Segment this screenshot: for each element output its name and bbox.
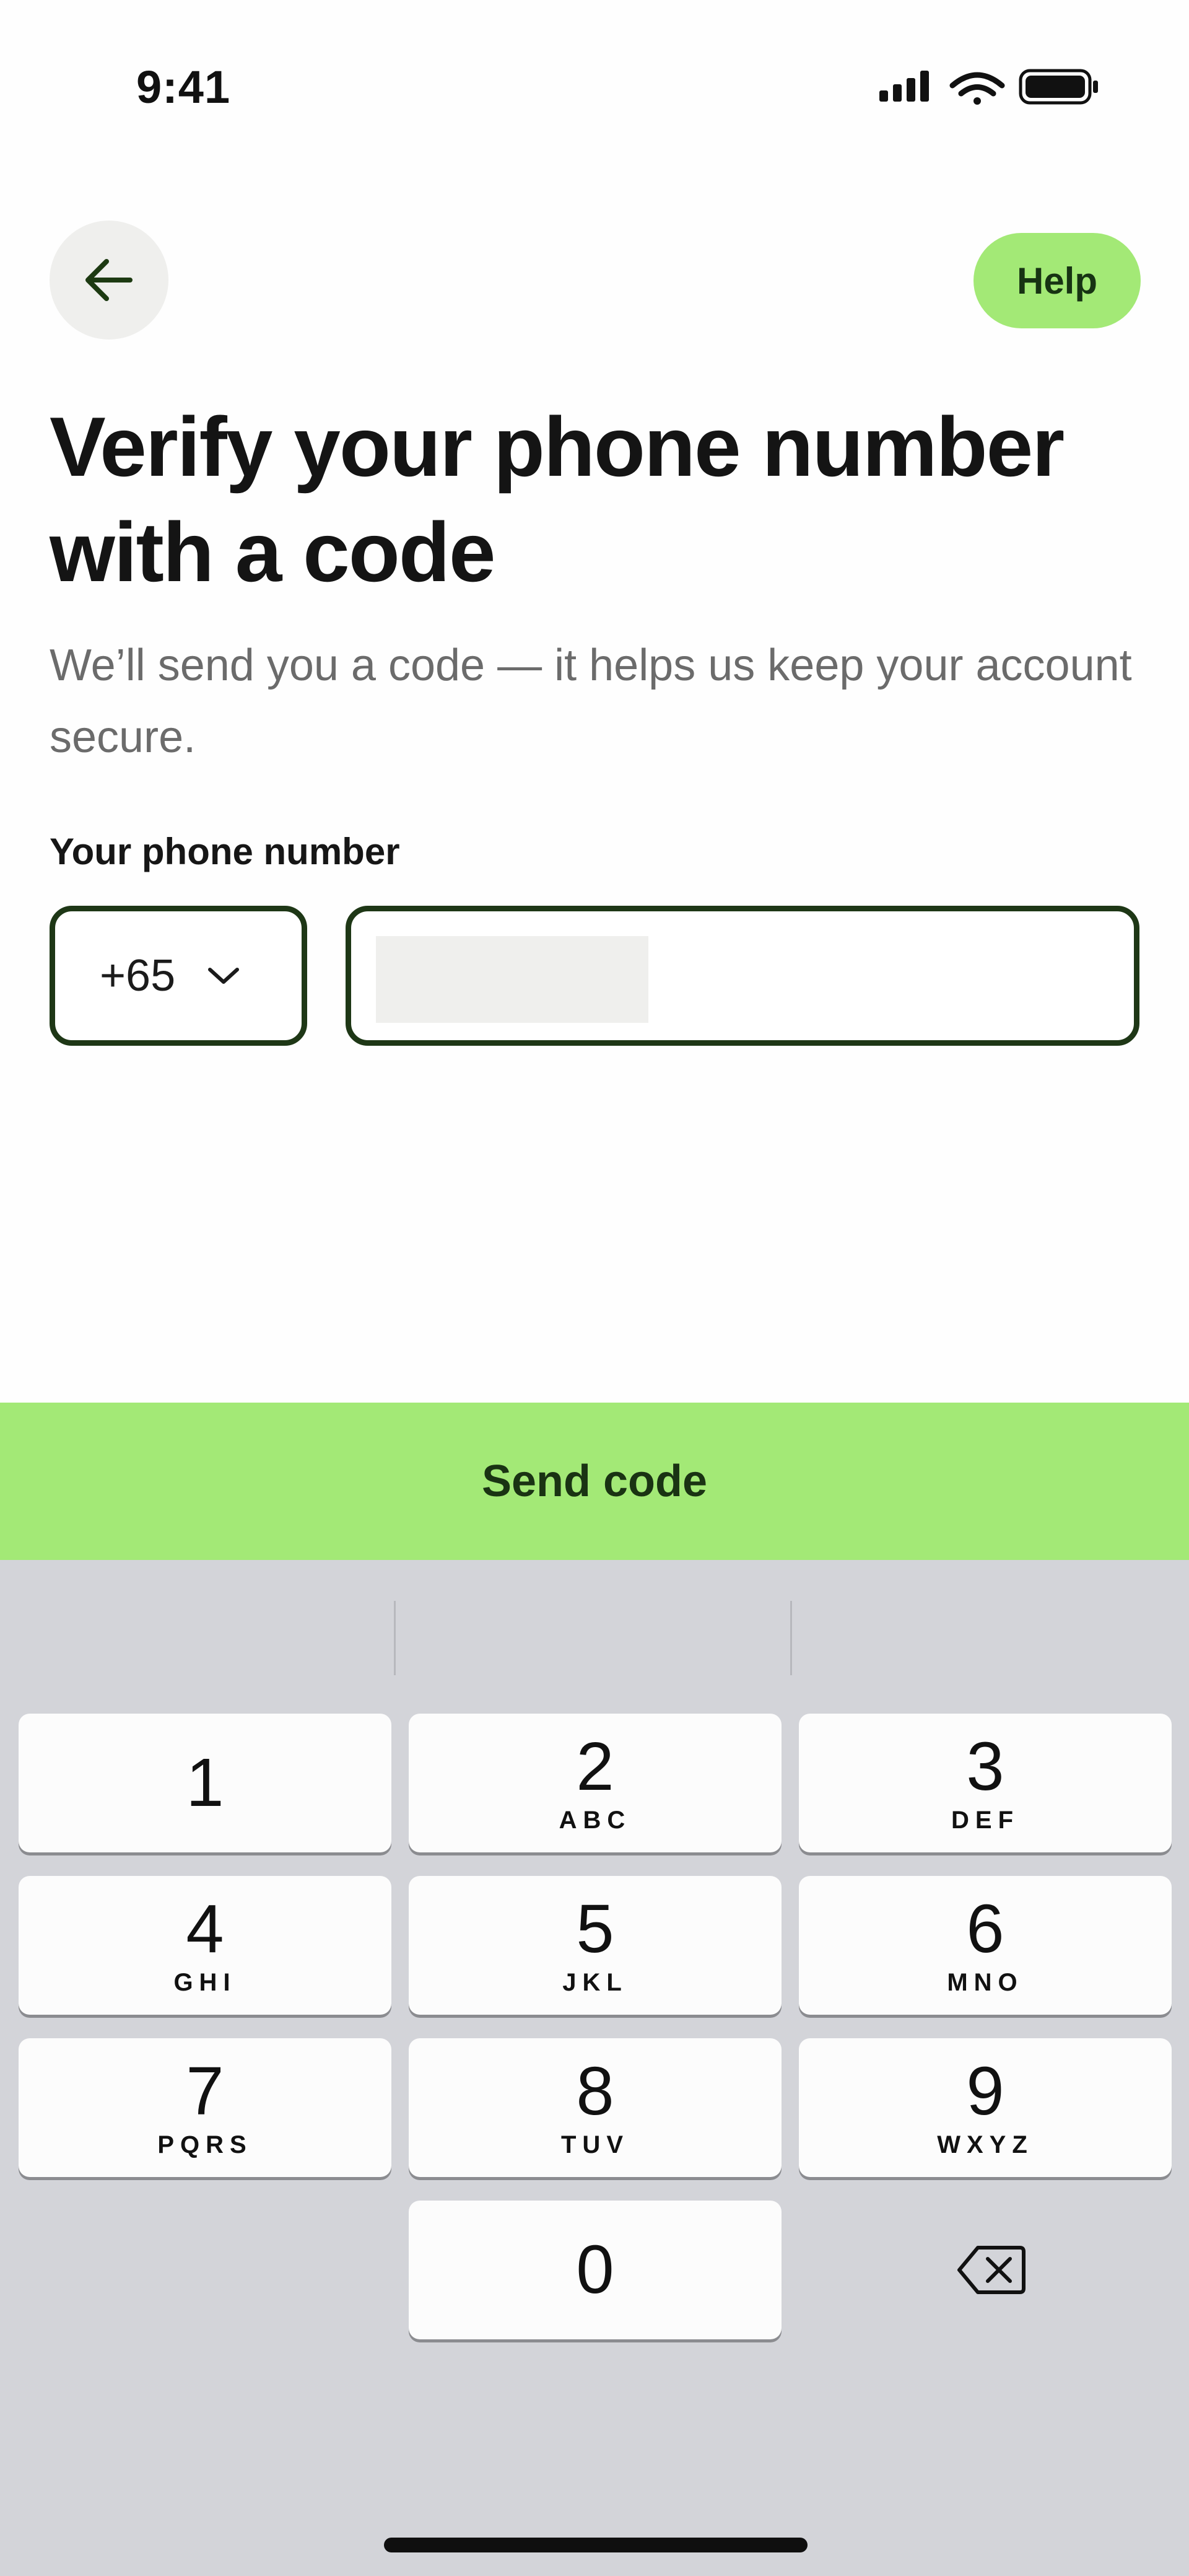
wifi-icon — [949, 72, 1005, 105]
back-button[interactable] — [50, 221, 168, 340]
country-code-value: +65 — [100, 951, 176, 1001]
phone-number-input[interactable] — [346, 906, 1139, 1046]
redacted-phone-value — [376, 936, 648, 1023]
key-6[interactable]: 6 MNO — [799, 1876, 1172, 2015]
keyboard-suggestion-divider — [394, 1601, 396, 1675]
home-indicator — [384, 2538, 808, 2552]
send-code-button[interactable]: Send code — [0, 1403, 1189, 1560]
key-4[interactable]: 4 GHI — [19, 1876, 391, 2015]
battery-icon — [1019, 69, 1098, 105]
key-2[interactable]: 2 ABC — [409, 1714, 782, 1852]
key-1[interactable]: 1 — [19, 1714, 391, 1852]
chevron-down-icon — [208, 968, 240, 984]
status-icons — [879, 67, 1102, 110]
numeric-keyboard: 1 2 ABC 3 DEF 4 GHI 5 JKL 6 MNO 7 PQRS 8… — [0, 1560, 1189, 2576]
key-3[interactable]: 3 DEF — [799, 1714, 1172, 1852]
page-subtitle: We’ll send you a code — it helps us keep… — [50, 641, 1132, 762]
key-9[interactable]: 9 WXYZ — [799, 2038, 1172, 2177]
key-7[interactable]: 7 PQRS — [19, 2038, 391, 2177]
arrow-left-icon — [85, 259, 133, 301]
backspace-icon — [957, 2246, 1026, 2294]
keyboard-suggestion-divider — [790, 1601, 792, 1675]
phone-number-label: Your phone number — [50, 831, 400, 872]
status-time: 9:41 — [136, 61, 231, 113]
key-0[interactable]: 0 — [409, 2201, 782, 2339]
country-code-select[interactable]: +65 — [50, 906, 307, 1046]
help-button[interactable]: Help — [973, 233, 1141, 328]
cellular-signal-icon — [879, 71, 929, 102]
key-5[interactable]: 5 JKL — [409, 1876, 782, 2015]
delete-key[interactable] — [805, 2201, 1178, 2339]
key-8[interactable]: 8 TUV — [409, 2038, 782, 2177]
page-title: Verify your phone number with a code — [50, 400, 1065, 599]
